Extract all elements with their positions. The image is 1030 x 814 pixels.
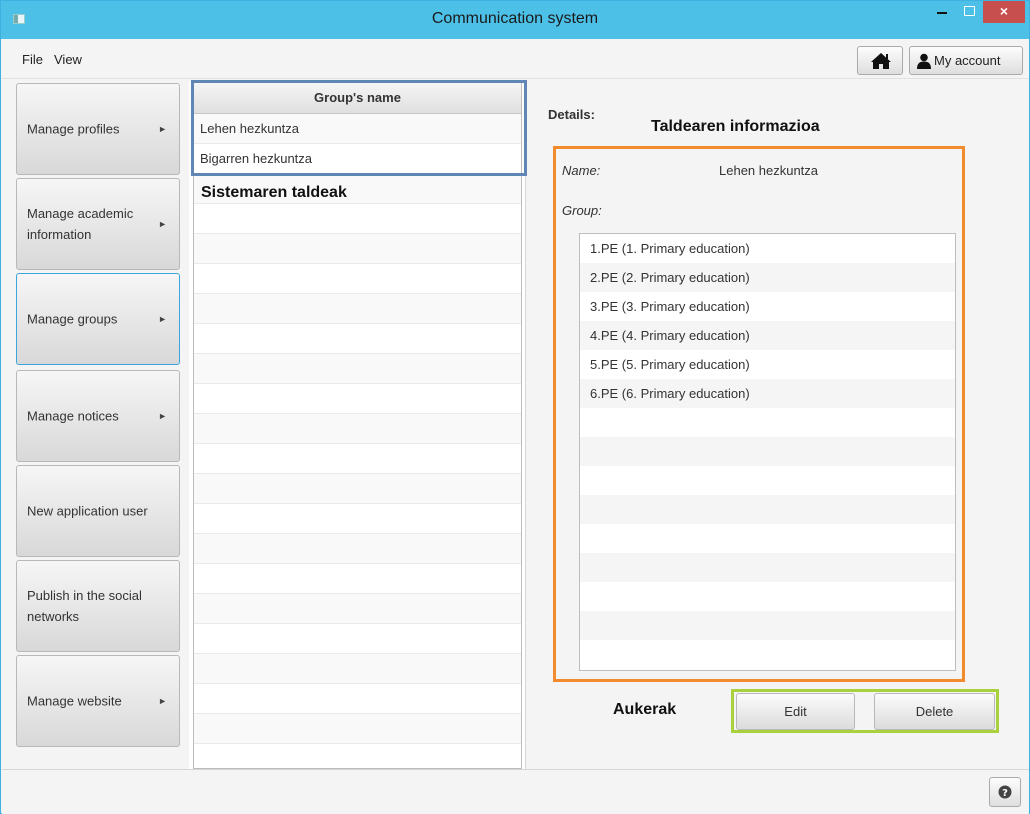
empty-list-row (580, 466, 955, 495)
sidebar-item-manage-profiles[interactable]: Manage profiles ► (16, 83, 180, 175)
list-item[interactable]: 5.PE (5. Primary education) (580, 350, 955, 379)
sidebar-item-label: Manage notices (27, 408, 119, 424)
menu-view[interactable]: View (54, 52, 82, 67)
sidebar-item-label: Manage groups (27, 311, 118, 327)
options-caption: Aukerak (613, 701, 677, 718)
group-info-caption: Taldearen informazioa (651, 118, 820, 135)
app-window: Communication system × File View My acco… (0, 0, 1030, 814)
close-button[interactable]: × (983, 1, 1025, 23)
empty-table-row (194, 264, 521, 294)
sidebar-item-publish-social-networks[interactable]: Publish in the social networks (16, 560, 180, 652)
empty-table-row (194, 444, 521, 474)
empty-table-row (194, 384, 521, 414)
empty-table-row (194, 294, 521, 324)
empty-table-row (194, 684, 521, 714)
empty-table-row (194, 654, 521, 684)
submenu-arrow-icon: ► (158, 219, 167, 229)
system-groups-caption: Sistemaren taldeak (201, 184, 347, 201)
table-row[interactable]: Lehen hezkuntza (194, 114, 521, 144)
list-item[interactable]: 4.PE (4. Primary education) (580, 321, 955, 350)
empty-list-row (580, 408, 955, 437)
list-item[interactable]: 3.PE (3. Primary education) (580, 292, 955, 321)
table-row[interactable]: Bigarren hezkuntza (194, 144, 521, 174)
group-members-list[interactable]: 1.PE (1. Primary education) 2.PE (2. Pri… (579, 233, 956, 671)
empty-table-row (194, 474, 521, 504)
empty-list-row (580, 582, 955, 611)
window-title: Communication system (431, 10, 599, 27)
details-label: Details: (548, 107, 595, 122)
empty-table-row (194, 234, 521, 264)
name-label: Name: (562, 163, 601, 178)
groups-table-body: Lehen hezkuntza Bigarren hezkuntza (194, 114, 521, 768)
svg-text:?: ? (1002, 788, 1008, 799)
sidebar-item-manage-academic-information[interactable]: Manage academic information ► (16, 178, 180, 270)
empty-table-row (194, 624, 521, 654)
empty-table-row (194, 714, 521, 744)
empty-list-row (580, 640, 955, 669)
help-icon: ? (998, 785, 1012, 799)
my-account-button[interactable]: My account (909, 46, 1023, 75)
empty-table-row (194, 204, 521, 234)
maximize-button[interactable] (956, 1, 982, 23)
list-empty-area (580, 408, 955, 669)
sidebar-item-new-application-user[interactable]: New application user (16, 465, 180, 557)
sidebar-item-label: Publish in the social networks (27, 588, 142, 624)
group-label: Group: (562, 203, 602, 218)
empty-table-row (194, 534, 521, 564)
sidebar-item-manage-notices[interactable]: Manage notices ► (16, 370, 180, 462)
empty-list-row (580, 611, 955, 640)
menu-file[interactable]: File (22, 52, 43, 67)
list-item[interactable]: 6.PE (6. Primary education) (580, 379, 955, 408)
home-button[interactable] (857, 46, 903, 75)
sidebar-item-label: New application user (27, 503, 148, 519)
sidebar-item-label: Manage website (27, 693, 122, 709)
my-account-label: My account (934, 53, 1001, 68)
submenu-arrow-icon: ► (158, 314, 167, 324)
submenu-arrow-icon: ► (158, 411, 167, 421)
sidebar-item-manage-website[interactable]: Manage website ► (16, 655, 180, 747)
help-button[interactable]: ? (989, 777, 1021, 807)
empty-list-row (580, 495, 955, 524)
edit-button[interactable]: Edit (736, 693, 855, 730)
sidebar-item-manage-groups[interactable]: Manage groups ► (16, 273, 180, 365)
delete-button[interactable]: Delete (874, 693, 995, 730)
empty-table-row (194, 324, 521, 354)
empty-list-row (580, 437, 955, 466)
home-icon (871, 53, 891, 69)
name-value: Lehen hezkuntza (719, 163, 819, 178)
user-icon (917, 53, 931, 69)
empty-table-row (194, 414, 521, 444)
minimize-button[interactable] (929, 1, 955, 23)
empty-table-row (194, 564, 521, 594)
list-item[interactable]: 1.PE (1. Primary education) (580, 234, 955, 263)
empty-table-row (194, 594, 521, 624)
empty-list-row (580, 524, 955, 553)
empty-table-row (194, 354, 521, 384)
empty-table-row (194, 744, 521, 768)
submenu-arrow-icon: ► (158, 696, 167, 706)
status-bar (2, 769, 1029, 814)
title-bar[interactable]: Communication system × (1, 1, 1029, 39)
sidebar-nav: Manage profiles ► Manage academic inform… (13, 83, 183, 753)
sidebar-item-label: Manage academic information (27, 206, 134, 242)
list-item[interactable]: 2.PE (2. Primary education) (580, 263, 955, 292)
empty-table-row (194, 504, 521, 534)
submenu-arrow-icon: ► (158, 124, 167, 134)
column-header-group-name[interactable]: Group's name (194, 82, 521, 114)
sidebar-item-label: Manage profiles (27, 121, 120, 137)
empty-list-row (580, 553, 955, 582)
